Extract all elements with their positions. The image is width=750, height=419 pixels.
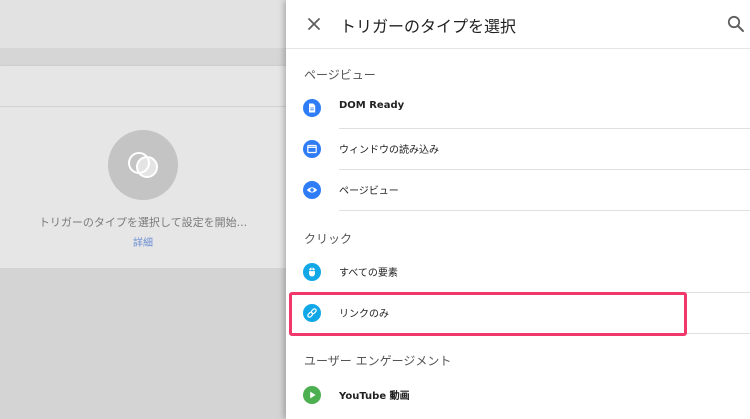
section-label-pageview: ページビュー: [304, 68, 376, 82]
search-icon: [727, 15, 744, 32]
trigger-item-label: ページビュー: [339, 186, 399, 197]
trigger-config-card: トリガーのタイプを選択して設定を開始... 詳細: [0, 66, 300, 268]
document-icon: [303, 99, 321, 117]
trigger-item-dom-ready[interactable]: DOM Ready: [286, 88, 750, 129]
overlap-circles-icon: [128, 152, 158, 178]
trigger-item-label: ウィンドウの読み込み: [339, 145, 439, 156]
play-icon: [303, 386, 321, 404]
card-header: [0, 66, 300, 107]
row-divider: [339, 210, 750, 211]
search-button[interactable]: [726, 14, 746, 34]
trigger-item-label: YouTube 動画: [339, 391, 410, 402]
close-button[interactable]: [302, 12, 326, 36]
panel-title: トリガーのタイプを選択: [340, 17, 517, 36]
section-label-click: クリック: [304, 232, 353, 246]
trigger-item-label: DOM Ready: [339, 100, 405, 111]
details-link[interactable]: 詳細: [0, 234, 286, 249]
trigger-placeholder-icon[interactable]: [108, 130, 178, 200]
trigger-item-pageview[interactable]: ページビュー: [286, 170, 750, 211]
trigger-item-youtube-video[interactable]: YouTube 動画: [286, 375, 750, 416]
trigger-type-panel: トリガーのタイプを選択 ページビュー DOM Ready ウィンドウの読み込み: [286, 0, 750, 419]
trigger-item-label: すべての要素: [339, 268, 398, 279]
background-toolbar: [0, 0, 300, 48]
background-lower-area: [0, 268, 300, 419]
section-label-user-engagement: ユーザー エンゲージメント: [304, 354, 452, 368]
trigger-item-all-elements[interactable]: すべての要素: [286, 252, 750, 293]
panel-header: トリガーのタイプを選択: [286, 0, 750, 49]
placeholder-text: トリガーのタイプを選択して設定を開始...: [38, 216, 248, 229]
eye-icon: [303, 181, 321, 199]
trigger-item-label: リンクのみ: [339, 309, 389, 320]
window-icon: [303, 140, 321, 158]
mouse-icon: [303, 263, 321, 281]
trigger-item-window-loaded[interactable]: ウィンドウの読み込み: [286, 129, 750, 170]
link-icon: [303, 304, 321, 322]
background-strip: [0, 48, 300, 66]
trigger-item-link-only[interactable]: リンクのみ: [286, 293, 750, 334]
close-icon: [308, 18, 320, 30]
row-divider: [339, 333, 750, 334]
